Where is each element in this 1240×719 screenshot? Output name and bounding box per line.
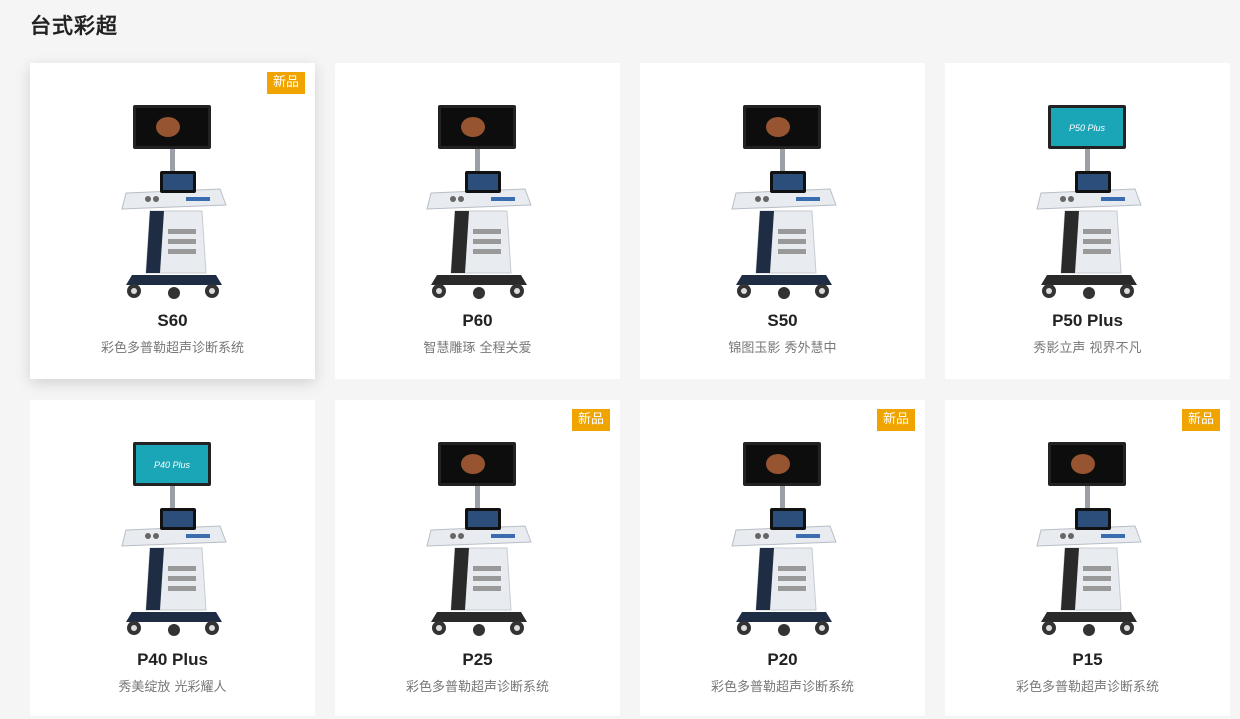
product-image[interactable]	[640, 428, 925, 638]
product-image[interactable]	[945, 428, 1230, 638]
product-card-p15[interactable]: 新品 P15 彩色多普勒超声诊断系统	[945, 400, 1230, 716]
product-name[interactable]: P15	[945, 650, 1230, 670]
product-name[interactable]: P50 Plus	[945, 311, 1230, 331]
product-name[interactable]: P40 Plus	[30, 650, 315, 670]
product-name[interactable]: S60	[30, 311, 315, 331]
product-description: 彩色多普勒超声诊断系统	[405, 680, 549, 695]
product-category-page: 台式彩超 新品 S60 彩色多普勒超声诊断系统 P60 智慧雕琢 全程关爱 S5…	[0, 0, 1240, 719]
product-description: 彩色多普勒超声诊断系统	[100, 341, 244, 356]
product-card-p50-plus[interactable]: P50 Plus P50 Plus 秀影立声 视界不凡	[945, 63, 1230, 379]
product-card-p20[interactable]: 新品 P20 彩色多普勒超声诊断系统	[640, 400, 925, 716]
product-card-p40-plus[interactable]: P40 Plus P40 Plus 秀美绽放 光彩耀人	[30, 400, 315, 716]
monitor-screen-label: P50 Plus	[1068, 123, 1105, 133]
product-name[interactable]: P25	[335, 650, 620, 670]
product-grid: 新品 S60 彩色多普勒超声诊断系统 P60 智慧雕琢 全程关爱 S50 锦图玉…	[30, 63, 1230, 716]
product-description: 秀美绽放 光彩耀人	[118, 680, 227, 695]
product-image[interactable]	[30, 91, 315, 301]
product-description: 彩色多普勒超声诊断系统	[1015, 680, 1159, 695]
product-description: 彩色多普勒超声诊断系统	[710, 680, 854, 695]
section-title: 台式彩超	[30, 14, 118, 38]
product-image[interactable]	[640, 91, 925, 301]
product-card-p60[interactable]: P60 智慧雕琢 全程关爱	[335, 63, 620, 379]
product-name[interactable]: P60	[335, 311, 620, 331]
product-card-s60[interactable]: 新品 S60 彩色多普勒超声诊断系统	[30, 63, 315, 379]
product-name[interactable]: S50	[640, 311, 925, 331]
product-image[interactable]: P50 Plus	[945, 91, 1230, 301]
product-description: 秀影立声 视界不凡	[1033, 341, 1142, 356]
product-description: 智慧雕琢 全程关爱	[423, 341, 532, 356]
product-card-s50[interactable]: S50 锦图玉影 秀外慧中	[640, 63, 925, 379]
product-image[interactable]	[335, 91, 620, 301]
product-image[interactable]: P40 Plus	[30, 428, 315, 638]
monitor-screen-label: P40 Plus	[153, 460, 190, 470]
product-card-p25[interactable]: 新品 P25 彩色多普勒超声诊断系统	[335, 400, 620, 716]
product-description: 锦图玉影 秀外慧中	[728, 341, 837, 356]
product-name[interactable]: P20	[640, 650, 925, 670]
product-image[interactable]	[335, 428, 620, 638]
